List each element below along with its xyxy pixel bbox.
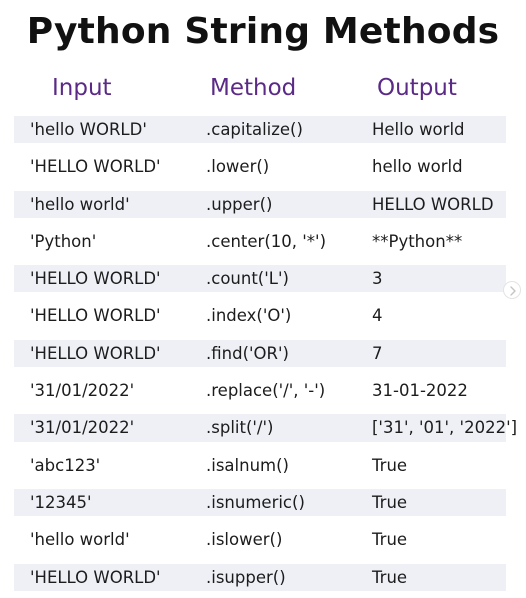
- carousel-next-button[interactable]: [503, 281, 521, 299]
- output-cell: True: [372, 567, 408, 587]
- table-row: 'HELLO WORLD' .isupper() True: [0, 559, 526, 596]
- output-cell: 7: [372, 343, 383, 363]
- column-header-output: Output: [377, 75, 457, 101]
- table-row: 'HELLO WORLD' .index('O') 4: [0, 297, 526, 334]
- output-cell: **Python**: [372, 231, 463, 251]
- output-cell: True: [372, 492, 408, 512]
- column-header-input: Input: [52, 75, 112, 101]
- table-row: 'HELLO WORLD' .lower() hello world: [0, 148, 526, 185]
- column-header-method: Method: [210, 75, 297, 101]
- input-cell: 'hello WORLD': [30, 120, 147, 139]
- output-cell: True: [372, 455, 408, 475]
- table-row: 'hello world' .islower() True: [0, 521, 526, 558]
- input-cell: 'abc123': [30, 455, 101, 475]
- input-cell: 'HELLO WORLD': [30, 343, 161, 363]
- method-cell: .split('/'): [206, 418, 274, 438]
- methods-table: 'hello WORLD' .capitalize() Hello world …: [0, 111, 526, 596]
- input-cell: 'hello world': [30, 194, 130, 214]
- method-cell: .isalnum(): [206, 455, 289, 475]
- input-cell: '12345': [30, 492, 92, 512]
- method-cell: .replace('/', '-'): [206, 381, 326, 401]
- input-cell: 'HELLO WORLD': [30, 306, 161, 326]
- input-cell: 'HELLO WORLD': [30, 157, 161, 177]
- method-cell: .capitalize(): [206, 120, 303, 139]
- table-header: Input Method Output: [0, 70, 526, 106]
- output-cell: 3: [372, 269, 383, 289]
- input-cell: 'HELLO WORLD': [30, 269, 161, 289]
- method-cell: .isupper(): [206, 567, 286, 587]
- table-row: 'HELLO WORLD' .count('L') 3: [0, 260, 526, 297]
- table-row: '31/01/2022' .replace('/', '-') 31-01-20…: [0, 372, 526, 409]
- method-cell: .count('L'): [206, 269, 289, 289]
- method-cell: .lower(): [206, 157, 270, 177]
- table-row: 'hello world' .upper() HELLO WORLD: [0, 186, 526, 223]
- output-cell: hello world: [372, 157, 463, 177]
- table-row: 'Python' .center(10, '*') **Python**: [0, 223, 526, 260]
- method-cell: .index('O'): [206, 306, 292, 326]
- output-cell: Hello world: [372, 120, 465, 139]
- input-cell: '31/01/2022': [30, 381, 135, 401]
- output-cell: 31-01-2022: [372, 381, 468, 401]
- method-cell: .find('OR'): [206, 343, 289, 363]
- output-cell: ['31', '01', '2022']: [372, 418, 518, 438]
- input-cell: 'HELLO WORLD': [30, 567, 161, 587]
- page-title: Python String Methods: [26, 11, 500, 52]
- table-row: 'hello WORLD' .capitalize() Hello world: [0, 111, 526, 148]
- input-cell: 'hello world': [30, 530, 130, 550]
- output-cell: True: [372, 530, 408, 550]
- chevron-right-icon: [510, 286, 516, 296]
- output-cell: 4: [372, 306, 383, 326]
- table-row: '31/01/2022' .split('/') ['31', '01', '2…: [0, 409, 526, 446]
- input-cell: 'Python': [30, 231, 97, 251]
- method-cell: .isnumeric(): [206, 492, 305, 512]
- method-cell: .center(10, '*'): [206, 231, 327, 251]
- method-cell: .islower(): [206, 530, 283, 550]
- table-row: '12345' .isnumeric() True: [0, 484, 526, 521]
- method-cell: .upper(): [206, 194, 273, 214]
- output-cell: HELLO WORLD: [372, 194, 494, 214]
- input-cell: '31/01/2022': [30, 418, 135, 438]
- table-row: 'HELLO WORLD' .find('OR') 7: [0, 335, 526, 372]
- table-row: 'abc123' .isalnum() True: [0, 447, 526, 484]
